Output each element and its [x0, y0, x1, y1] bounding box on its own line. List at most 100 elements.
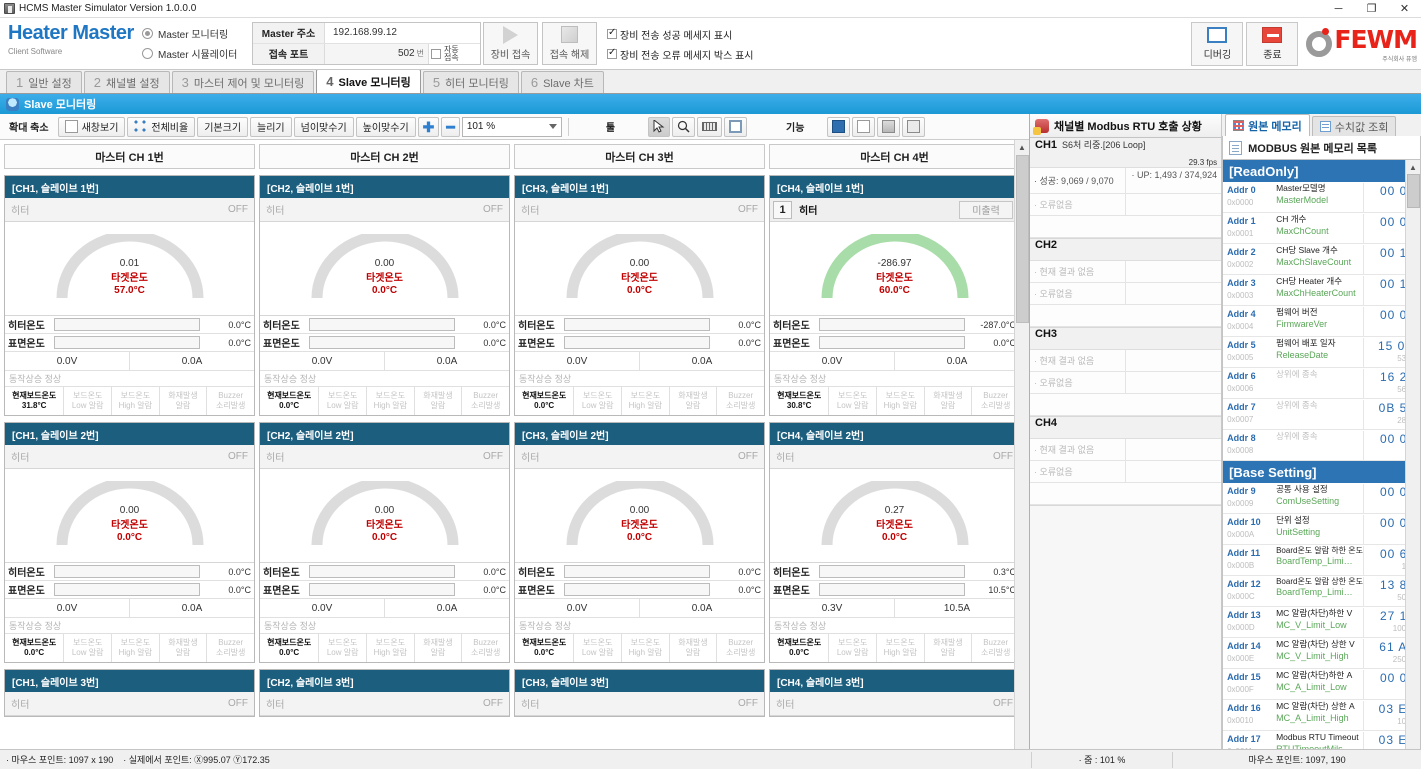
tab-slave-chart[interactable]: 6 Slave 차트 [520, 71, 604, 93]
voltage-current-row: 0.0V 0.0A [260, 599, 509, 618]
zoom-out-button[interactable]: ━ [441, 116, 460, 137]
heater-status-row[interactable]: 히터 OFF [515, 692, 764, 716]
tab-channel-settings[interactable]: 2 채널별 설정 [83, 71, 170, 93]
grid-vertical-scrollbar[interactable]: ▲ ▼ [1014, 140, 1029, 769]
slave-panel[interactable]: [CH4, 슬레이브 1번] 1 히터 미출력 -286.97 타겟온도 60.0… [769, 175, 1020, 416]
close-button[interactable]: ✕ [1388, 0, 1421, 18]
ruler-tool-button[interactable] [697, 116, 723, 137]
heater-status-row[interactable]: 히터 OFF [770, 692, 1019, 716]
radio-master-simulator[interactable]: Master 시뮬레이터 [142, 43, 252, 63]
voltage-value: 0.0V [260, 599, 385, 617]
memory-row[interactable]: Addr 11 0x000B Board온도 알람 하한 온도 BoardTemp_… [1223, 545, 1420, 576]
zoom-tool-button[interactable] [672, 116, 696, 137]
select-tool-button[interactable] [648, 116, 671, 137]
save-button[interactable] [827, 116, 851, 137]
memory-row[interactable]: Addr 2 0x0002 CH당 Slave 개수 MaxChSlaveCount… [1223, 244, 1420, 275]
rtu-blank-row [1030, 305, 1222, 327]
slave-panel[interactable]: [CH4, 슬레이브 2번] 히터 OFF 0.27 타겟온도 0.0°C 히터온… [769, 422, 1020, 663]
memory-row[interactable]: Addr 80x0008 상위에 종속 00 000 [1223, 430, 1420, 461]
minimize-button[interactable]: ─ [1322, 0, 1355, 18]
surface-temp-row: 표면온도 0.0°C [770, 334, 1019, 352]
gauge-current-value: 0.00 [119, 505, 140, 516]
heater-state[interactable]: 미출력 [959, 200, 1013, 219]
frame-tool-button[interactable] [724, 116, 748, 137]
slave-panel[interactable]: [CH2, 슬레이브 2번] 히터 OFF 0.00 타겟온도 0.0°C 히터온… [259, 422, 510, 663]
zoom-group-label: 확대 축소 [9, 123, 49, 134]
slave-panel[interactable]: [CH3, 슬레이브 3번] 히터 OFF [514, 669, 765, 717]
memory-row[interactable]: Addr 15 0x000F MC 알람(차단)하한 A MC_A_Limit_Lo… [1223, 669, 1420, 700]
connect-button[interactable]: 장비 접속 [483, 22, 538, 65]
slave-panel[interactable]: [CH3, 슬레이브 2번] 히터 OFF 0.00 타겟온도 0.0°C 히터온… [514, 422, 765, 663]
zoom-level-select[interactable]: 101 % [461, 116, 562, 137]
slave-panel[interactable]: [CH1, 슬레이브 1번] 히터 OFF 0.01 타겟온도 57.0°C 히… [4, 175, 255, 416]
memory-row[interactable]: Addr 12 0x000C Board온도 알람 상한 온도 BoardTemp_… [1223, 576, 1420, 607]
checkbox-success-message[interactable]: 장비 전송 성공 메세지 표시 [607, 24, 1188, 44]
heater-status-row[interactable]: 히터 OFF [515, 198, 764, 222]
memory-row[interactable]: Addr 3 0x0003 CH당 Heater 개수 MaxChHeaterCou… [1223, 275, 1420, 306]
tab-label: 채널별 설정 [106, 77, 160, 90]
disconnect-button[interactable]: 접속 해제 [542, 22, 597, 65]
tab-general-settings[interactable]: 1 일반 설정 [6, 71, 82, 93]
memory-row[interactable]: Addr 70x0007 상위에 종속 0B 502896 [1223, 399, 1420, 430]
scroll-thumb[interactable] [1407, 174, 1420, 208]
memory-list[interactable]: [ReadOnly] Addr 0 0x0000 Master모델명 Maste… [1222, 160, 1421, 769]
fit-height-button[interactable]: 높이맞수기 [355, 116, 416, 137]
debug-button-label: 디버깅 [1203, 49, 1232, 61]
heater-status-row[interactable]: 히터 OFF [5, 692, 254, 716]
memory-row[interactable]: Addr 50x0005 펌웨어 배포 일자ReleaseDate 15 0D5… [1223, 337, 1420, 368]
checkbox-error-message[interactable]: 장비 전송 오류 메세지 박스 표시 [607, 44, 1188, 64]
export-button[interactable] [902, 116, 926, 137]
port-input[interactable]: 502 번 [325, 43, 428, 64]
heater-status-row[interactable]: 히터 OFF [260, 198, 509, 222]
slave-panel[interactable]: [CH2, 슬레이브 3번] 히터 OFF [259, 669, 510, 717]
surface-temp-row: 표면온도 0.0°C [515, 334, 764, 352]
heater-status-row[interactable]: 히터 OFF [770, 445, 1019, 469]
heater-status-row[interactable]: 히터 OFF [515, 445, 764, 469]
enlarge-button[interactable]: 늘리기 [250, 116, 292, 137]
tab-heater-monitoring[interactable]: 5 히터 모니터링 [422, 71, 519, 93]
scroll-up-icon[interactable]: ▲ [1015, 140, 1029, 155]
heater-status-row[interactable]: 1 히터 미출력 [770, 198, 1019, 222]
new-document-button[interactable] [852, 116, 876, 137]
slave-panel[interactable]: [CH3, 슬레이브 1번] 히터 OFF 0.00 타겟온도 0.0°C 히터온… [514, 175, 765, 416]
scroll-up-icon[interactable]: ▲ [1406, 160, 1420, 174]
zoom-in-button[interactable]: ✚ [417, 116, 440, 137]
tab-value-lookup[interactable]: 수치값 조회 [1311, 116, 1397, 136]
maximize-button[interactable]: ❐ [1355, 0, 1388, 18]
ruler-icon [702, 122, 718, 131]
rtu-channel-block: CH3 · 현재 결과 없음 · 오류없음 [1030, 328, 1222, 417]
memory-row[interactable]: Addr 13 0x000D MC 알람(차단)하한 V MC_V_Limit_Lo… [1223, 607, 1420, 638]
master-address-input[interactable]: 192.168.99.12 [325, 23, 480, 43]
heater-status-row[interactable]: 히터 OFF [260, 445, 509, 469]
tab-master-control[interactable]: 3 마스터 제어 및 모니터링 [171, 71, 315, 93]
slave-panel[interactable]: [CH1, 슬레이브 2번] 히터 OFF 0.00 타겟온도 0.0°C 히터… [4, 422, 255, 663]
default-size-button[interactable]: 기본크기 [197, 116, 249, 137]
slave-panel[interactable]: [CH1, 슬레이브 3번] 히터 OFF [4, 669, 255, 717]
memory-row[interactable]: Addr 60x0006 상위에 종속 16 275671 [1223, 368, 1420, 399]
exit-button[interactable]: 종료 [1246, 21, 1299, 66]
full-ratio-button[interactable]: 전체비율 [127, 116, 196, 137]
memory-row[interactable]: Addr 0 0x0000 Master모델명 MasterModel 00 0… [1223, 182, 1420, 213]
tab-raw-memory[interactable]: 원본 메모리 [1225, 114, 1310, 136]
heater-status-row[interactable]: 히터 OFF [5, 445, 254, 469]
memory-row[interactable]: Addr 14 0x000E MC 알람(차단) 상한 V MC_V_Limit_H… [1223, 638, 1420, 669]
slave-panel[interactable]: [CH2, 슬레이브 1번] 히터 OFF 0.00 타겟온도 0.0°C 히터온… [259, 175, 510, 416]
slave-panel[interactable]: [CH4, 슬레이브 3번] 히터 OFF [769, 669, 1020, 717]
memory-row[interactable]: Addr 9 0x0009 공통 사용 설정 ComUseSetting 00 05… [1223, 483, 1420, 514]
alarm-fire: 화재발생 알람 [925, 634, 973, 662]
fit-width-button[interactable]: 넘이맞수기 [293, 116, 354, 137]
memory-row[interactable]: Addr 100x000A 단위 설정UnitSetting 00 000 [1223, 514, 1420, 545]
auto-connect-checkbox[interactable]: 자동 접속 [428, 43, 480, 64]
scroll-thumb[interactable] [1016, 155, 1029, 323]
heater-status-row[interactable]: 히터 OFF [5, 198, 254, 222]
print-button[interactable] [877, 116, 901, 137]
heater-status-row[interactable]: 히터 OFF [260, 692, 509, 716]
memory-vertical-scrollbar[interactable]: ▲ ▼ [1405, 160, 1420, 768]
debug-button[interactable]: 디버깅 [1191, 21, 1244, 66]
memory-row[interactable]: Addr 16 0x0010 MC 알람(차단) 상한 A MC_A_Limit_H… [1223, 700, 1420, 731]
tab-slave-monitoring[interactable]: 4 Slave 모니터링 [316, 69, 421, 93]
new-window-button[interactable]: 새창보기 [57, 116, 126, 137]
memory-row[interactable]: Addr 10x0001 CH 개수MaxChCount 00 044 [1223, 213, 1420, 244]
radio-master-monitoring[interactable]: Master 모니터링 [142, 23, 252, 43]
memory-row[interactable]: Addr 40x0004 펌웨어 버전FirmwareVer 00 000 [1223, 306, 1420, 337]
